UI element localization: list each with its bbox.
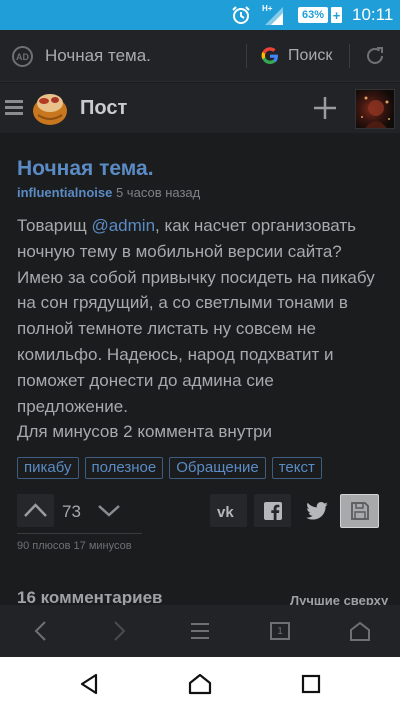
ad-block-icon[interactable]: AD [12,46,33,67]
twitter-icon [305,501,328,520]
vk-share-button[interactable]: vk [210,494,247,527]
post-title[interactable]: Ночная тема. [17,157,154,181]
signal-icon: H+ [261,0,287,30]
pikabu-logo[interactable] [30,89,70,127]
tag-pikabu[interactable]: пикабу [17,457,79,479]
post-body: Товарищ @admin, как насчет организовать … [17,213,389,445]
plus-icon[interactable] [310,93,340,123]
site-header: Пост [0,83,400,133]
google-icon [261,47,278,64]
nav-home-icon[interactable] [188,672,212,696]
nav-back-icon[interactable] [77,672,101,696]
search-button[interactable]: Поиск [260,44,332,68]
post-time: 5 часов назад [115,185,201,200]
facebook-share-button[interactable] [254,494,291,527]
hamburger-icon[interactable] [5,100,23,116]
battery-level: 63% [301,9,325,21]
upvote-button[interactable] [17,494,54,527]
tab-count: 1 [277,625,283,637]
reload-icon[interactable] [364,45,386,67]
post-meta: influentialnoise 5 часов назад [17,185,200,200]
tabs-icon[interactable]: 1 [267,618,293,644]
facebook-icon [263,501,282,520]
downvote-button[interactable] [95,496,123,524]
battery-icon: 63% + [298,0,344,30]
body-main: , как насчет организовать ночную тему в … [17,216,375,416]
body-prefix: Товарищ [17,216,92,235]
admin-mention-link[interactable]: @admin [91,216,155,235]
divider [246,44,247,68]
alarm-icon [231,0,253,30]
vk-icon: vk [217,504,234,519]
search-label: Поиск [288,47,333,64]
back-icon[interactable] [27,618,53,644]
rating-stats: 90 плюсов 17 минусов [17,540,132,552]
browser-toolbar: 1 [0,605,400,657]
arrow-up-icon [24,503,47,517]
rating-count: 73 [62,502,81,521]
home-icon[interactable] [347,618,373,644]
save-button[interactable] [340,494,379,528]
rating-box: 73 [17,492,142,534]
network-type: H+ [262,4,273,13]
android-nav-bar [0,657,400,711]
section-title: Пост [80,97,128,119]
menu-icon[interactable] [187,618,213,644]
post-author[interactable]: influentialnoise [17,185,112,200]
twitter-share-button[interactable] [298,494,335,527]
arrow-down-icon [98,505,120,517]
status-bar: H+ 63% + 10:11 [0,0,400,30]
save-icon [350,502,369,520]
address-bar-title[interactable]: Ночная тема. [45,46,151,66]
tag-useful[interactable]: полезное [84,457,164,479]
user-avatar[interactable] [355,89,395,129]
screen: H+ 63% + 10:11 AD Ночная тема. Поиск Пос… [0,0,400,711]
forward-icon[interactable] [107,618,133,644]
divider [349,44,350,68]
svg-text:vk: vk [217,504,234,519]
nav-recent-icon[interactable] [299,672,323,696]
tag-appeal[interactable]: Обращение [169,457,266,479]
tag-list: пикабу полезное Обращение текст [17,457,322,479]
browser-bar: AD Ночная тема. Поиск [0,30,400,82]
tag-text[interactable]: текст [271,457,322,479]
post-paragraph: Товарищ @admin, как насчет организовать … [17,213,389,419]
post-paragraph-last: Для минусов 2 коммента внутри [17,422,273,442]
clock: 10:11 [352,5,394,24]
